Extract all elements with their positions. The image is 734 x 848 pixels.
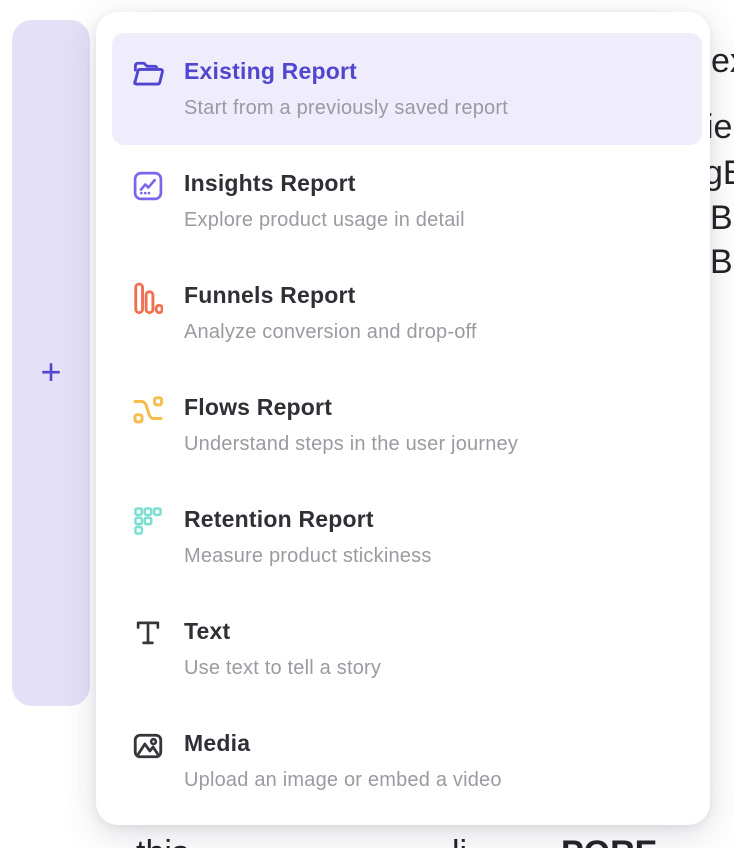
menu-item-title: Insights Report [184, 168, 465, 198]
menu-item-subtitle: Understand steps in the user journey [184, 431, 518, 458]
menu-item-retention-report[interactable]: Retention Report Measure product stickin… [112, 481, 702, 593]
menu-item-subtitle: Upload an image or embed a video [184, 767, 502, 794]
board-edit-screen: { "colors": { "accent": "#5146D0", "rail… [0, 0, 734, 848]
flows-icon [130, 393, 166, 429]
menu-item-title: Retention Report [184, 504, 432, 534]
menu-item-subtitle: Start from a previously saved report [184, 95, 508, 122]
background-text-fragment: B [710, 245, 733, 281]
background-text-fragment: PORE [561, 836, 657, 848]
menu-item-title: Flows Report [184, 392, 518, 422]
retention-grid-icon [130, 505, 166, 541]
text-icon [130, 617, 166, 653]
menu-item-insights-report[interactable]: Insights Report Explore product usage in… [112, 145, 702, 257]
menu-item-title: Funnels Report [184, 280, 477, 310]
menu-item-title: Text [184, 616, 381, 646]
insights-chart-icon [130, 169, 166, 205]
menu-item-media[interactable]: Media Upload an image or embed a video [112, 705, 702, 817]
add-content-menu: Existing Report Start from a previously … [96, 12, 710, 825]
background-text-fragment: B [710, 201, 733, 237]
background-text-fragment: this [136, 836, 189, 848]
media-icon [130, 729, 166, 765]
menu-item-flows-report[interactable]: Flows Report Understand steps in the use… [112, 369, 702, 481]
funnel-bars-icon [130, 281, 166, 317]
menu-item-text[interactable]: Text Use text to tell a story [112, 593, 702, 705]
menu-item-existing-report[interactable]: Existing Report Start from a previously … [112, 33, 702, 145]
menu-item-title: Media [184, 728, 502, 758]
menu-item-subtitle: Analyze conversion and drop-off [184, 319, 477, 346]
menu-item-subtitle: Explore product usage in detail [184, 207, 465, 234]
background-text-fragment: li [452, 836, 467, 848]
plus-icon[interactable]: + [40, 354, 61, 390]
folder-open-icon [130, 57, 166, 93]
menu-item-subtitle: Measure product stickiness [184, 543, 432, 570]
menu-item-title: Existing Report [184, 56, 508, 86]
add-section-rail[interactable]: + [12, 20, 90, 706]
menu-item-subtitle: Use text to tell a story [184, 655, 381, 682]
background-text-fragment: ex [711, 44, 734, 80]
menu-item-funnels-report[interactable]: Funnels Report Analyze conversion and dr… [112, 257, 702, 369]
